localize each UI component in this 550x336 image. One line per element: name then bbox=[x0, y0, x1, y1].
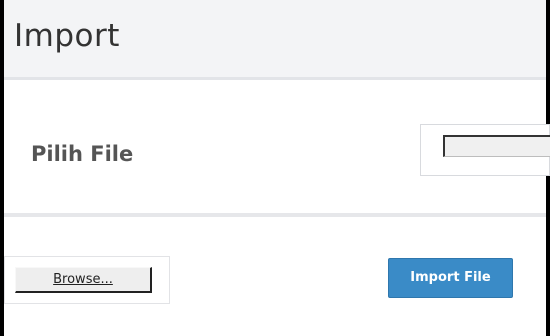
divider bbox=[4, 213, 546, 217]
panel-header: Import bbox=[4, 0, 546, 80]
file-path-field[interactable] bbox=[420, 124, 550, 176]
browse-container: Browse... bbox=[4, 256, 170, 304]
file-field-label: Pilih File bbox=[31, 142, 134, 166]
import-file-button[interactable]: Import File bbox=[388, 258, 513, 298]
browse-button[interactable]: Browse... bbox=[15, 267, 152, 293]
file-path-input[interactable] bbox=[443, 135, 550, 157]
import-panel: Import Pilih File Browse... Import File bbox=[0, 0, 550, 336]
panel-title: Import bbox=[14, 18, 120, 54]
